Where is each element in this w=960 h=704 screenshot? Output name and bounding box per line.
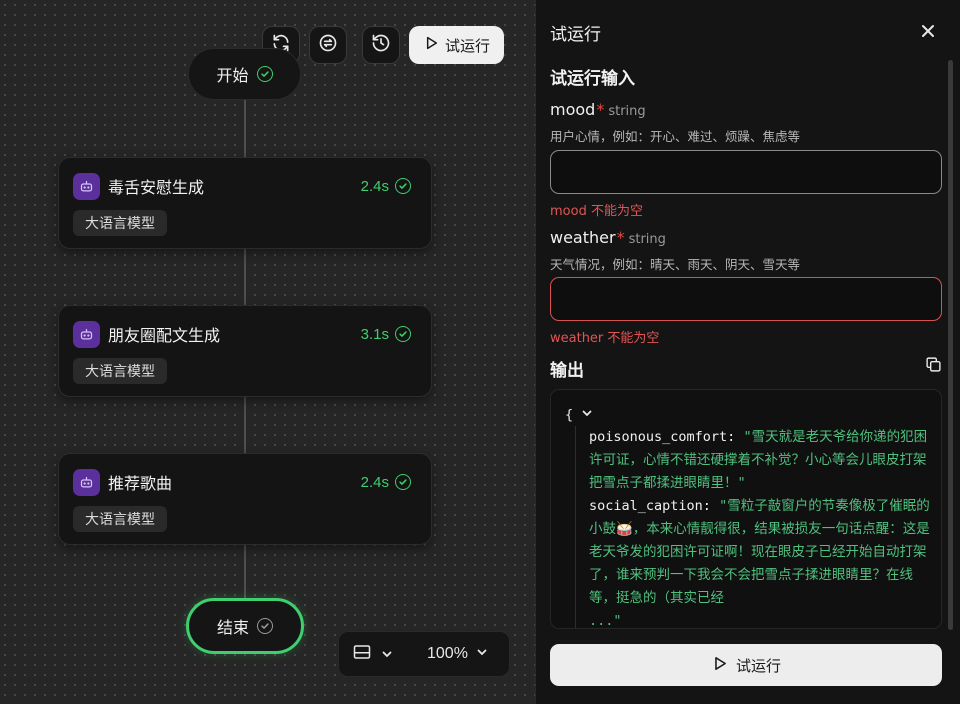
robot-icon (73, 320, 100, 348)
node-type-tag: 大语言模型 (73, 506, 167, 532)
json-entry: social_caption: "雪粒子敲窗户的节奏像极了催眠的小鼓🥁，本来心情… (589, 495, 937, 610)
llm-node-recommend-song[interactable]: 推荐歌曲 2.4s 大语言模型 (58, 453, 432, 545)
node-title: 朋友圈配文生成 (108, 326, 221, 345)
json-value: "雪粒子敲窗户的节奏像极了催眠的小鼓🥁，本来心情靓得很，结果被损友一句话点醒：这… (589, 498, 930, 606)
chevron-down-icon (581, 404, 593, 427)
play-icon (711, 655, 728, 676)
json-body: poisonous_comfort: "雪天就是老天爷给你递的犯困许可证，心情不… (575, 426, 937, 629)
sync-button[interactable] (309, 26, 347, 64)
test-run-panel: 试运行 试运行输入 mood* string 用户心情，例如：开心、难过、烦躁、焦… (535, 0, 960, 704)
mood-description: 用户心情，例如：开心、难过、烦躁、焦虑等 (550, 129, 801, 144)
node-type-tag: 大语言模型 (73, 210, 167, 236)
zoom-level: 100% (427, 645, 468, 662)
run-button[interactable]: 试运行 (550, 644, 942, 686)
required-marker: * (616, 228, 625, 247)
field-name: mood (550, 100, 596, 119)
node-type-tag: 大语言模型 (73, 358, 167, 384)
node-duration: 2.4s (360, 473, 389, 491)
mood-label: mood* string (550, 100, 646, 119)
toolbar-run-label: 试运行 (445, 36, 491, 55)
end-label: 结束 (216, 618, 249, 637)
chevron-down-icon (381, 645, 393, 664)
check-circle-icon (395, 178, 411, 194)
llm-node-poisonous-comfort[interactable]: 毒舌安慰生成 2.4s 大语言模型 (58, 157, 432, 249)
edge-node3-end (244, 544, 246, 600)
panel-title: 试运行 (550, 25, 601, 45)
output-section-title: 输出 (550, 361, 584, 381)
json-root-toggle[interactable]: { (565, 404, 593, 427)
canvas-zoom-bar: 100% (338, 631, 510, 677)
weather-label: weather* string (550, 228, 666, 247)
play-icon (423, 35, 439, 55)
start-label: 开始 (216, 66, 249, 85)
input-section-title: 试运行输入 (550, 69, 635, 89)
mood-error: mood 不能为空 (550, 204, 643, 219)
check-circle-icon (256, 66, 273, 82)
canvas-toolbar: 试运行 (262, 26, 505, 64)
json-entry: poisonous_comfort: "雪天就是老天爷给你递的犯困许可证，心情不… (589, 426, 937, 495)
layout-icon (353, 644, 371, 664)
edge-node1-node2 (244, 248, 246, 306)
json-key: social_caption: (589, 498, 711, 514)
json-truncation: ..." (589, 613, 622, 629)
copy-button[interactable] (925, 356, 943, 374)
end-node[interactable]: 结束 (186, 598, 304, 654)
check-circle-icon (395, 474, 411, 490)
output-json-viewer[interactable]: { poisonous_comfort: "雪天就是老天爷给你递的犯困许可证，心… (550, 389, 942, 629)
mood-input[interactable] (550, 150, 942, 194)
workflow-canvas[interactable]: 试运行 开始 毒舌安慰生成 2.4s 大语言模型 朋友圈配文生成 3.1s 大语… (0, 0, 535, 704)
zoom-select[interactable]: 100% (427, 645, 488, 663)
node-duration: 2.4s (360, 177, 389, 195)
robot-icon (73, 468, 100, 496)
weather-description: 天气情况，例如：晴天、雨天、阴天、雪天等 (550, 257, 801, 272)
close-button[interactable] (919, 22, 937, 40)
edge-start-node1 (244, 100, 246, 158)
toolbar-run-button[interactable]: 试运行 (409, 26, 505, 64)
node-title: 推荐歌曲 (108, 474, 173, 493)
field-type: string (628, 232, 666, 247)
llm-node-social-caption[interactable]: 朋友圈配文生成 3.1s 大语言模型 (58, 305, 432, 397)
history-button[interactable] (362, 26, 400, 64)
history-icon (371, 33, 391, 57)
edge-node2-node3 (244, 396, 246, 454)
sync-icon (318, 33, 338, 57)
robot-icon (73, 172, 100, 200)
close-icon (919, 25, 937, 44)
json-key: poisonous_comfort: (589, 429, 736, 445)
panel-scrollbar[interactable] (948, 60, 953, 630)
node-duration: 3.1s (360, 325, 389, 343)
start-node[interactable]: 开始 (188, 48, 301, 100)
chevron-down-icon (476, 645, 488, 663)
field-name: weather (550, 228, 616, 247)
layout-toggle[interactable] (353, 644, 393, 664)
copy-icon (925, 357, 942, 377)
required-marker: * (596, 100, 605, 119)
check-circle-icon (395, 326, 411, 342)
check-circle-icon (257, 618, 273, 634)
node-title: 毒舌安慰生成 (108, 178, 205, 197)
field-type: string (608, 104, 646, 119)
weather-error: weather 不能为空 (550, 331, 660, 346)
weather-input[interactable] (550, 277, 942, 321)
open-brace: { (565, 407, 574, 423)
run-button-label: 试运行 (735, 656, 781, 675)
